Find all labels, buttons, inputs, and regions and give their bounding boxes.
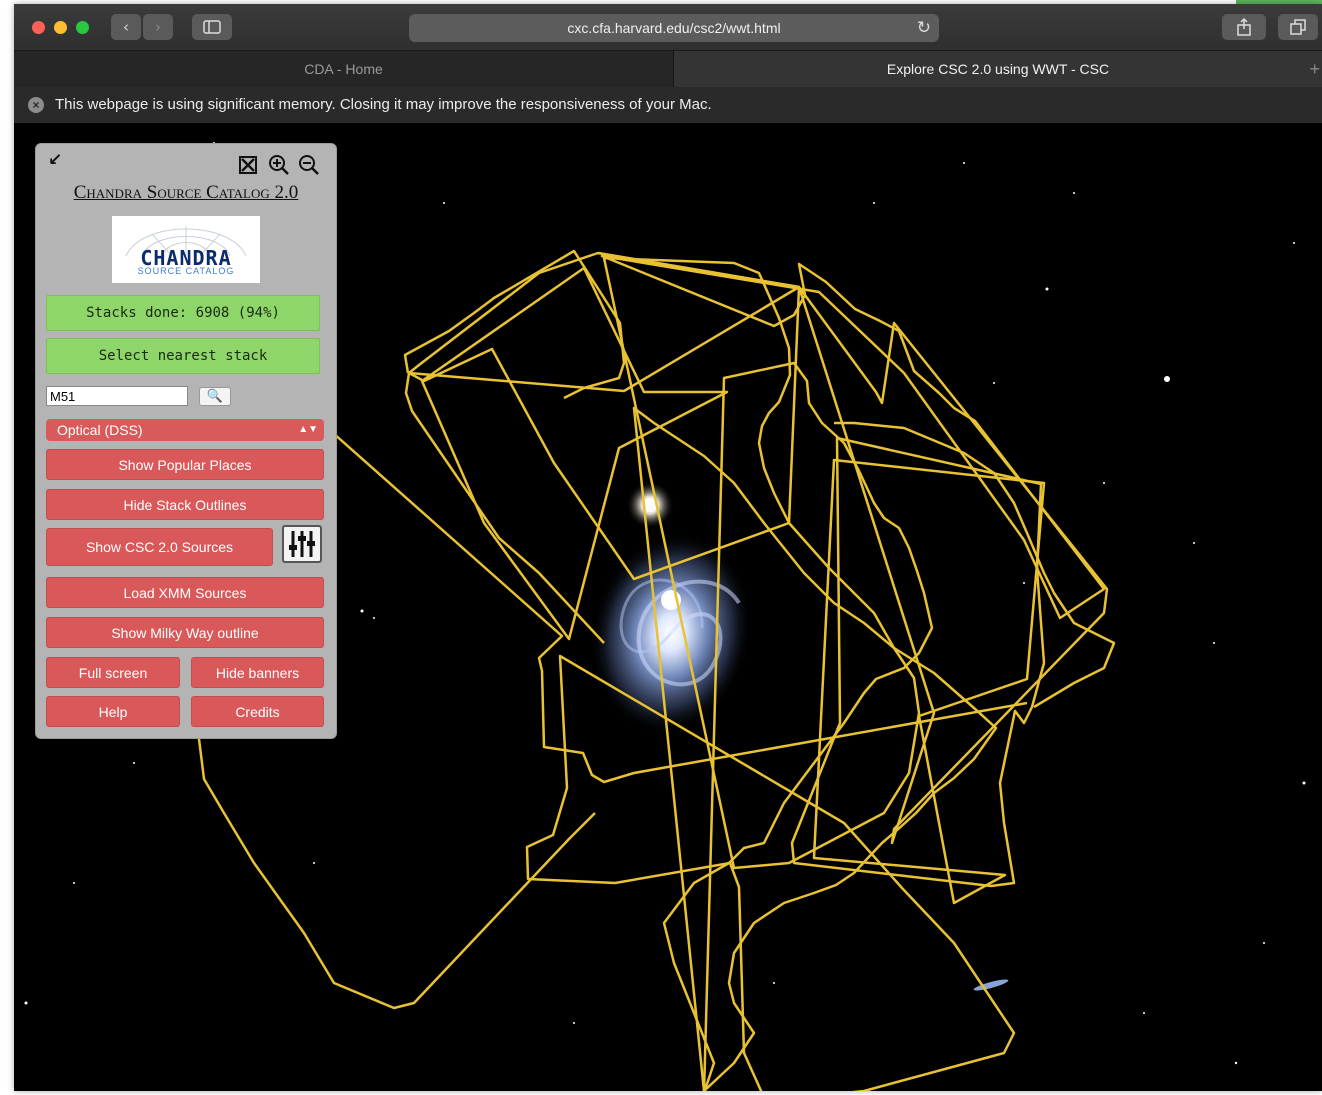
full-screen-button[interactable]: Full screen xyxy=(46,657,180,688)
back-icon: ‹ xyxy=(123,18,129,36)
tab-bar: CDA - Home Explore CSC 2.0 using WWT - C… xyxy=(14,50,1322,87)
sidebar-icon xyxy=(203,20,221,34)
forward-button[interactable]: › xyxy=(143,14,173,40)
tab-explore-csc[interactable]: Explore CSC 2.0 using WWT - CSC xyxy=(674,51,1322,87)
back-button[interactable]: ‹ xyxy=(111,14,141,40)
hide-banners-button[interactable]: Hide banners xyxy=(191,657,324,688)
search-input[interactable] xyxy=(46,386,188,406)
memory-warning-text: This webpage is using significant memory… xyxy=(55,96,712,113)
load-xmm-sources-button[interactable]: Load XMM Sources xyxy=(46,577,324,608)
hide-stack-outlines-button[interactable]: Hide Stack Outlines xyxy=(46,489,324,520)
selected-layer: Optical (DSS) xyxy=(57,422,143,438)
close-circle-icon[interactable]: × xyxy=(28,97,44,113)
new-tab-button[interactable]: + xyxy=(1309,59,1320,80)
catalog-title[interactable]: Chandra Source Catalog 2.0 xyxy=(36,182,336,204)
imagery-layer-select[interactable]: Optical (DSS) ▲▼ xyxy=(46,419,324,441)
control-panel: ↙ Chandra Source Catalog 2.0 CHANDRA SOU… xyxy=(35,143,337,739)
logo-subtitle: SOURCE CATALOG xyxy=(137,266,235,276)
close-window-button[interactable] xyxy=(32,21,45,34)
tab-label: Explore CSC 2.0 using WWT - CSC xyxy=(886,61,1110,77)
zoom-out-icon[interactable] xyxy=(298,154,320,176)
galaxy-m51 xyxy=(589,481,753,735)
source-settings-button[interactable] xyxy=(282,525,322,563)
collapse-icon[interactable]: ↙ xyxy=(48,150,62,170)
show-popular-places-button[interactable]: Show Popular Places xyxy=(46,449,324,480)
tab-cda-home[interactable]: CDA - Home xyxy=(14,51,674,87)
address-bar[interactable]: cxc.cfa.harvard.edu/csc2/wwt.html ↻ xyxy=(409,14,939,42)
help-button[interactable]: Help xyxy=(46,696,180,727)
tabs-overview-icon xyxy=(1290,19,1306,35)
browser-window: ‹ › cxc.cfa.harvard.edu/csc2/wwt.html ↻ xyxy=(14,4,1322,1091)
tabs-overview-button[interactable] xyxy=(1278,14,1318,40)
minimize-window-button[interactable] xyxy=(54,21,67,34)
sliders-icon xyxy=(289,531,315,557)
chandra-logo: CHANDRA SOURCE CATALOG xyxy=(112,216,260,283)
share-button[interactable] xyxy=(1222,14,1266,40)
show-csc-sources-button[interactable]: Show CSC 2.0 Sources xyxy=(46,528,273,566)
search-button[interactable]: 🔍 xyxy=(199,387,231,406)
search-icon: 🔍 xyxy=(206,389,224,404)
show-milky-way-button[interactable]: Show Milky Way outline xyxy=(46,617,324,648)
url-text: cxc.cfa.harvard.edu/csc2/wwt.html xyxy=(567,20,781,36)
zoom-in-icon[interactable] xyxy=(268,154,290,176)
reload-icon[interactable]: ↻ xyxy=(917,18,931,38)
fit-view-icon[interactable] xyxy=(237,154,259,176)
share-icon xyxy=(1237,18,1251,36)
browser-toolbar: ‹ › cxc.cfa.harvard.edu/csc2/wwt.html ↻ xyxy=(14,4,1322,50)
memory-warning-banner: × This webpage is using significant memo… xyxy=(14,87,1322,123)
stacks-done-status: Stacks done: 6908 (94%) xyxy=(46,295,320,331)
maximize-window-button[interactable] xyxy=(76,21,89,34)
forward-icon: › xyxy=(155,18,161,36)
select-arrows-icon: ▲▼ xyxy=(298,424,318,435)
credits-button[interactable]: Credits xyxy=(191,696,324,727)
sidebar-button[interactable] xyxy=(192,14,232,40)
select-nearest-stack-button[interactable]: Select nearest stack xyxy=(46,338,320,374)
tab-label: CDA - Home xyxy=(304,61,383,77)
